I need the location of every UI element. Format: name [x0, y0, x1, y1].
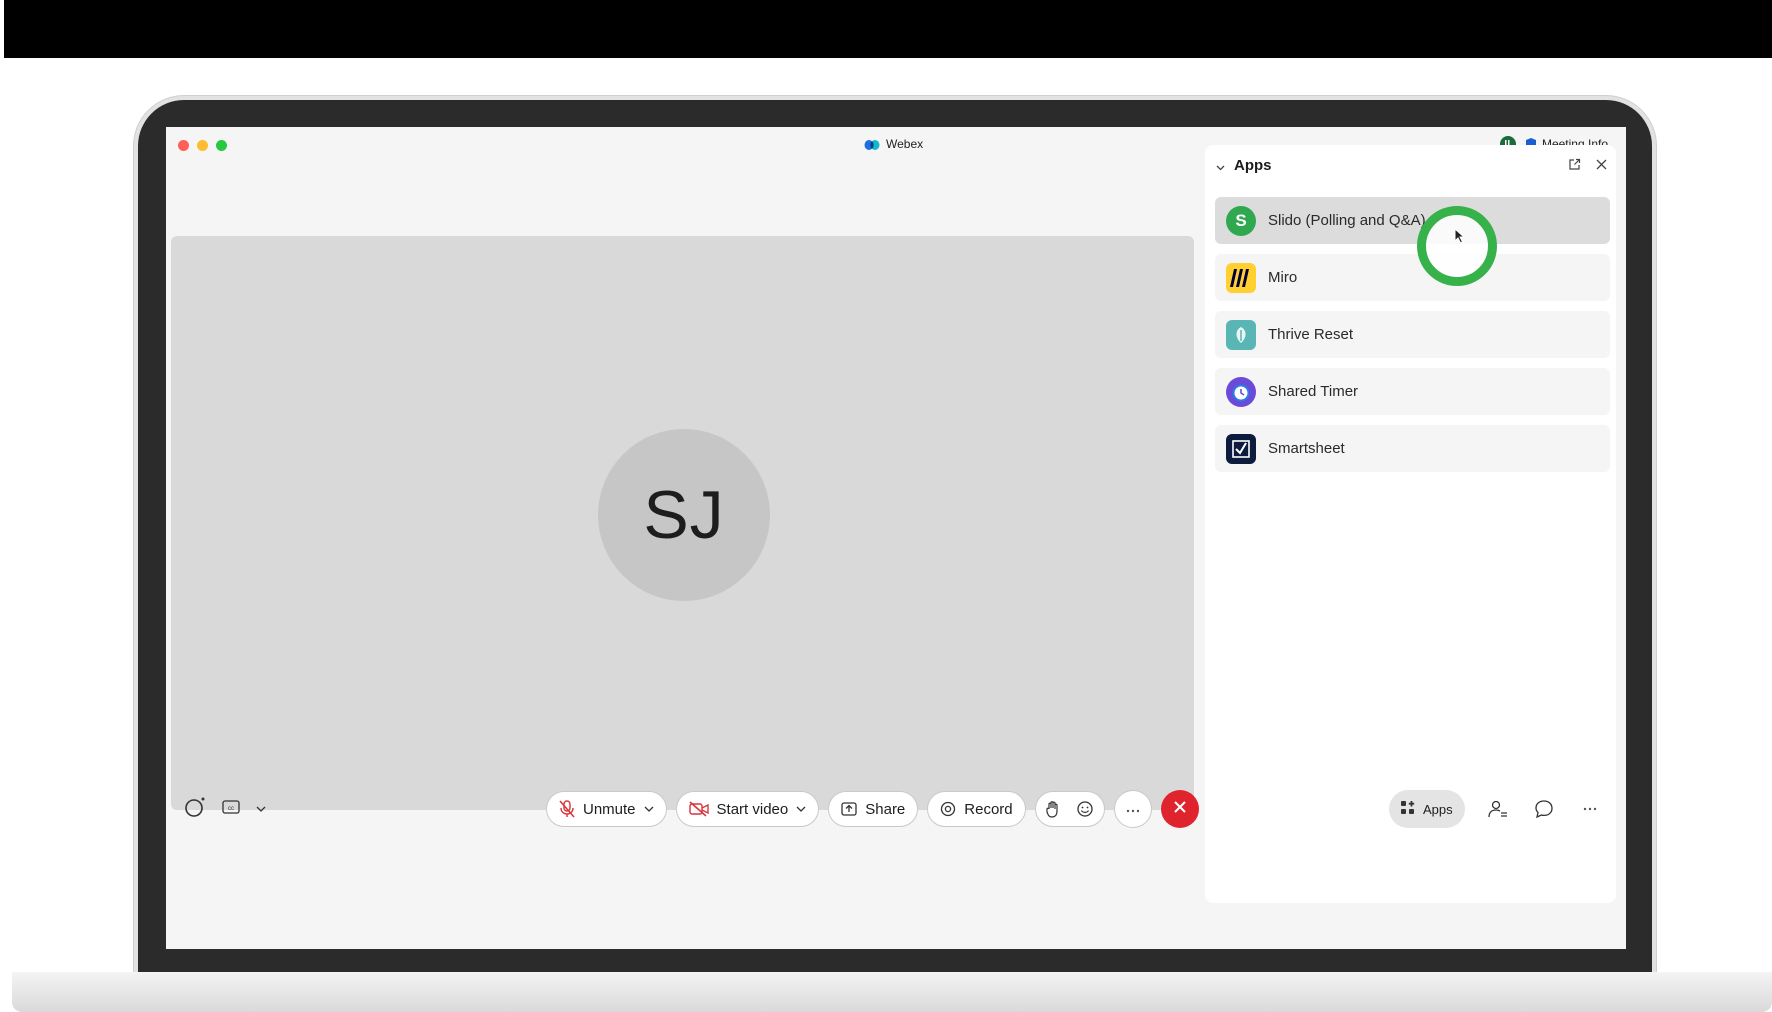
app-item-label: Miro: [1268, 269, 1298, 286]
share-icon: [841, 802, 857, 816]
laptop-base: [12, 972, 1772, 1012]
ellipsis-icon: [1126, 800, 1140, 818]
chevron-down-icon[interactable]: [1215, 160, 1226, 171]
closed-captions-icon[interactable]: cc: [222, 799, 242, 820]
unmute-label: Unmute: [583, 800, 636, 818]
app-item-label: Slido (Polling and Q&A): [1268, 212, 1426, 229]
app-item-label: Smartsheet: [1268, 440, 1345, 457]
record-button[interactable]: Record: [927, 791, 1026, 827]
share-label: Share: [865, 800, 906, 818]
thrive-reset-icon: [1226, 319, 1256, 350]
mouse-cursor-icon: [1454, 227, 1466, 244]
app-item-shared-timer[interactable]: Shared Timer: [1215, 368, 1610, 415]
miro-icon: [1226, 262, 1256, 293]
meeting-toolbar: cc Unmute Start video Share Record Apps: [166, 783, 1626, 835]
window-title: Webex: [864, 137, 923, 151]
app-item-label: Thrive Reset: [1268, 326, 1354, 343]
shared-timer-icon: [1226, 376, 1256, 407]
minimize-window-dot[interactable]: [197, 140, 208, 151]
reactions-group: [1034, 791, 1105, 827]
layout-icon[interactable]: [184, 795, 208, 824]
record-icon: [940, 801, 956, 817]
close-icon[interactable]: [1595, 158, 1608, 171]
app-item-miro[interactable]: Miro: [1215, 254, 1610, 301]
start-video-button[interactable]: Start video: [675, 791, 820, 827]
participants-icon[interactable]: [1485, 796, 1511, 822]
app-item-smartsheet[interactable]: Smartsheet: [1215, 425, 1610, 472]
smartsheet-icon: [1226, 433, 1256, 464]
captions-chevron-down-icon[interactable]: [256, 801, 266, 819]
video-stage: SJ: [171, 236, 1194, 810]
click-indicator: [1417, 206, 1497, 286]
more-options-button[interactable]: [1113, 790, 1152, 828]
apps-button[interactable]: Apps: [1389, 790, 1465, 828]
close-icon: [1173, 800, 1187, 819]
top-black-bar: [4, 0, 1772, 58]
app-item-label: Shared Timer: [1268, 383, 1359, 400]
slido-icon: S: [1226, 205, 1256, 236]
more-icon[interactable]: [1577, 796, 1603, 822]
muted-microphone-icon: [559, 800, 575, 818]
apps-list: S Slido (Polling and Q&A) Miro Thrive Re…: [1215, 197, 1610, 482]
record-label: Record: [964, 800, 1013, 818]
webex-logo-icon: [864, 138, 880, 150]
start-video-label: Start video: [716, 800, 789, 818]
app-item-thrive-reset[interactable]: Thrive Reset: [1215, 311, 1610, 358]
participant-avatar: SJ: [598, 429, 770, 601]
apps-button-label: Apps: [1423, 801, 1453, 817]
app-title: Webex: [886, 137, 924, 151]
unmute-chevron-down-icon[interactable]: [644, 804, 654, 814]
maximize-window-dot[interactable]: [216, 140, 227, 151]
svg-text:cc: cc: [228, 806, 234, 812]
unmute-button[interactable]: Unmute: [546, 791, 667, 827]
close-window-dot[interactable]: [178, 140, 189, 151]
apps-panel-header[interactable]: Apps: [1215, 157, 1272, 174]
apps-grid-icon: [1401, 800, 1415, 818]
video-off-icon: [688, 801, 709, 817]
app-item-slido[interactable]: S Slido (Polling and Q&A): [1215, 197, 1610, 244]
apps-panel-title: Apps: [1234, 157, 1272, 174]
raise-hand-icon[interactable]: [1046, 800, 1060, 818]
pop-out-icon[interactable]: [1568, 158, 1581, 171]
webex-window: Webex Meeting Info SJ Apps S Slido (Poll…: [166, 127, 1626, 949]
reactions-icon[interactable]: [1076, 800, 1094, 818]
video-chevron-down-icon[interactable]: [796, 804, 806, 814]
share-button[interactable]: Share: [828, 791, 919, 827]
chat-icon[interactable]: [1531, 796, 1557, 822]
leave-meeting-button[interactable]: [1160, 790, 1199, 828]
